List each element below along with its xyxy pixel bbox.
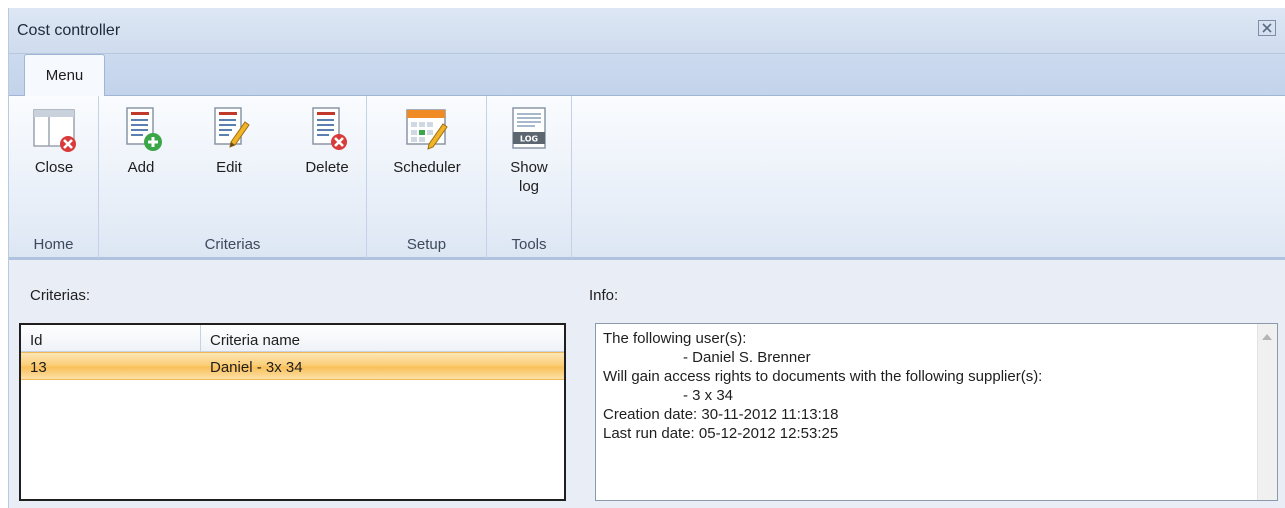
close-x-icon[interactable] [1258, 20, 1276, 36]
ribbon-group-label-tools: Tools [511, 236, 547, 253]
info-scrollbar[interactable] [1257, 324, 1277, 500]
ribbon: Close Home Add Edit Delete Criterias Sch… [9, 95, 1285, 260]
row-criteria-name-cell: Daniel - 3x 34 [210, 359, 303, 376]
close-window-icon [30, 104, 78, 152]
table-row[interactable]: 13 Daniel - 3x 34 [21, 352, 564, 380]
svg-text:LOG: LOG [520, 135, 538, 144]
edit-document-icon [205, 104, 253, 152]
show-log-button-label-line2: log [518, 178, 540, 195]
scheduler-calendar-icon [403, 104, 451, 152]
cost-controller-window: Cost controller Menu Close Home Add Edit… [8, 8, 1285, 508]
delete-document-icon [303, 104, 351, 152]
column-header-criteria-name[interactable]: Criteria name [201, 325, 300, 352]
ribbon-group-label-setup: Setup [406, 236, 447, 253]
delete-button[interactable]: Delete [295, 104, 359, 177]
tab-menu[interactable]: Menu [24, 54, 105, 96]
ribbon-group-tools: LOG Show log Tools [487, 96, 572, 258]
ribbon-tab-strip [9, 54, 1285, 95]
criterias-list-header: Id Criteria name [21, 325, 564, 352]
row-id-cell: 13 [30, 359, 47, 376]
window-title: Cost controller [17, 22, 121, 39]
info-line-suppliers-heading: Will gain access rights to documents wit… [603, 368, 1043, 385]
scroll-up-arrow-icon[interactable] [1262, 334, 1272, 340]
edit-button-label: Edit [216, 159, 242, 176]
title-bar: Cost controller [9, 8, 1285, 54]
criterias-label: Criterias: [30, 287, 91, 304]
add-button[interactable]: Add [115, 104, 167, 177]
info-text: The following user(s): - Daniel S. Brenn… [603, 329, 1248, 443]
show-log-button[interactable]: LOG Show log [501, 104, 557, 196]
scheduler-button[interactable]: Scheduler [381, 104, 473, 177]
edit-button[interactable]: Edit [203, 104, 255, 177]
show-log-button-label-line1: Show [510, 159, 548, 176]
scheduler-button-label: Scheduler [393, 159, 461, 176]
column-header-id[interactable]: Id [21, 325, 201, 352]
info-textbox[interactable]: The following user(s): - Daniel S. Brenn… [595, 323, 1278, 501]
close-button-label: Close [34, 159, 74, 176]
log-document-icon: LOG [505, 104, 553, 152]
tab-menu-label: Menu [45, 67, 84, 84]
add-button-label: Add [127, 159, 155, 176]
info-line-supplier: - 3 x 34 [683, 387, 734, 404]
ribbon-group-criterias: Add Edit Delete Criterias [99, 96, 367, 258]
info-line-users-heading: The following user(s): [603, 330, 747, 347]
info-line-user: - Daniel S. Brenner [683, 349, 811, 366]
criterias-list[interactable]: Id Criteria name 13 Daniel - 3x 34 [19, 323, 566, 501]
info-label: Info: [589, 287, 619, 304]
close-button[interactable]: Close [21, 104, 87, 177]
ribbon-group-label-criterias: Criterias [204, 236, 261, 253]
delete-button-label: Delete [305, 159, 349, 176]
add-document-icon [117, 104, 165, 152]
ribbon-group-home: Close Home [9, 96, 99, 258]
info-line-creation-date: Creation date: 30-11-2012 11:13:18 [603, 406, 839, 423]
ribbon-group-label-home: Home [33, 236, 74, 253]
ribbon-group-setup: Scheduler Setup [367, 96, 487, 258]
info-line-last-run-date: Last run date: 05-12-2012 12:53:25 [603, 425, 839, 442]
